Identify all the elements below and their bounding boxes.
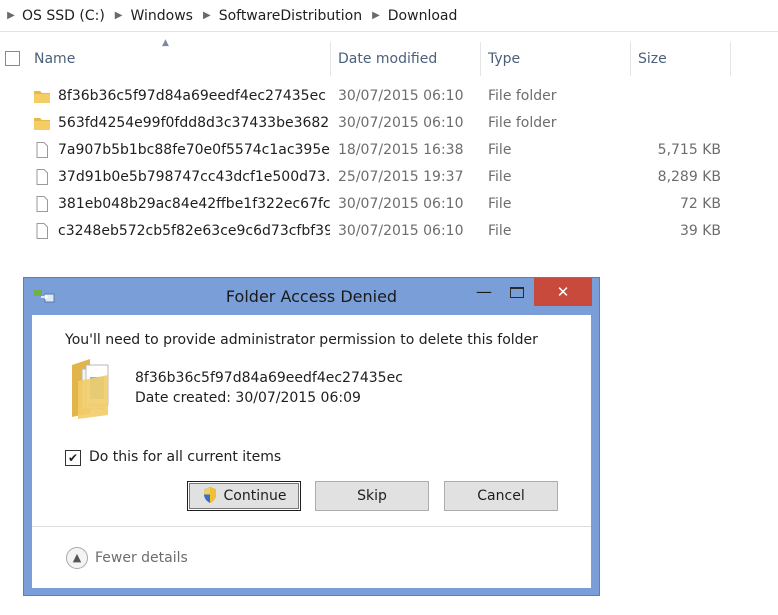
file-date: 30/07/2015 06:10 (338, 223, 464, 239)
continue-label: Continue (223, 488, 287, 504)
breadcrumb-item-drive[interactable]: OS SSD (C:) (18, 8, 111, 24)
file-size: 5,715 KB (657, 142, 721, 158)
file-type: File (488, 142, 512, 158)
apply-to-all-checkbox[interactable]: ✔ (65, 450, 81, 466)
chevron-up-icon[interactable]: ▲ (66, 547, 88, 569)
breadcrumb-item-windows[interactable]: Windows (126, 8, 199, 24)
file-name: 381eb048b29ac84e42ffbe1f322ec67fc... (58, 196, 330, 212)
file-icon (36, 142, 48, 158)
fewer-details-link[interactable]: Fewer details (95, 550, 188, 566)
file-date: 30/07/2015 06:10 (338, 88, 464, 104)
dialog-body: You'll need to provide administrator per… (32, 315, 591, 588)
column-header-name[interactable]: Name (30, 42, 330, 76)
cancel-button[interactable]: Cancel (444, 481, 558, 511)
breadcrumb-expand-icon[interactable]: ▶ (4, 10, 18, 21)
dialog-date-created: Date created: 30/07/2015 06:09 (135, 390, 361, 406)
file-row[interactable]: 381eb048b29ac84e42ffbe1f322ec67fc... 30/… (0, 191, 778, 218)
column-header-size[interactable]: Size (634, 42, 730, 76)
folder-icon (34, 91, 50, 103)
column-header-type[interactable]: Type (484, 42, 630, 76)
file-row[interactable]: 8f36b36c5f97d84a69eedf4ec27435ec 30/07/2… (0, 83, 778, 110)
folder-access-denied-dialog: Folder Access Denied — ✕ You'll need to … (23, 277, 600, 596)
file-name: 37d91b0e5b798747cc43dcf1e500d73... (58, 169, 330, 185)
file-date: 30/07/2015 06:10 (338, 196, 464, 212)
folder-icon (72, 359, 109, 419)
file-type: File (488, 196, 512, 212)
column-divider[interactable] (630, 42, 631, 76)
file-icon (36, 196, 48, 212)
file-icon (36, 223, 48, 239)
column-header-date-modified[interactable]: Date modified (334, 42, 480, 76)
breadcrumb-item-download[interactable]: Download (384, 8, 464, 24)
file-date: 25/07/2015 19:37 (338, 169, 464, 185)
chevron-right-icon[interactable]: ▶ (368, 10, 384, 21)
uac-shield-icon (203, 487, 216, 503)
file-type: File (488, 223, 512, 239)
file-type: File folder (488, 115, 557, 131)
close-button[interactable]: ✕ (534, 278, 592, 306)
maximize-icon (510, 286, 524, 298)
column-divider[interactable] (730, 42, 731, 76)
select-all-checkbox[interactable] (5, 51, 20, 66)
skip-button[interactable]: Skip (315, 481, 429, 511)
column-divider[interactable] (480, 42, 481, 76)
file-list-header: ▲ Name Date modified Type Size (0, 38, 778, 76)
file-name: 8f36b36c5f97d84a69eedf4ec27435ec (58, 88, 326, 104)
folder-icon (34, 118, 50, 130)
file-row[interactable]: 37d91b0e5b798747cc43dcf1e500d73... 25/07… (0, 164, 778, 191)
file-date: 30/07/2015 06:10 (338, 115, 464, 131)
dialog-divider (32, 526, 591, 527)
maximize-button[interactable] (502, 278, 532, 306)
file-size: 39 KB (679, 223, 721, 239)
chevron-right-icon[interactable]: ▶ (199, 10, 215, 21)
minimize-button[interactable]: — (470, 278, 498, 306)
file-row[interactable]: 7a907b5b1bc88fe70e0f5574c1ac395e... 18/0… (0, 137, 778, 164)
file-row[interactable]: 563fd4254e99f0fdd8d3c37433be3682 30/07/2… (0, 110, 778, 137)
file-type: File folder (488, 88, 557, 104)
column-divider[interactable] (330, 42, 331, 76)
file-name: c3248eb572cb5f82e63ce9c6d73cfbf39... (58, 223, 330, 239)
dialog-folder-name: 8f36b36c5f97d84a69eedf4ec27435ec (135, 370, 403, 386)
file-icon (36, 169, 48, 185)
dialog-message: You'll need to provide administrator per… (65, 332, 538, 348)
dialog-titlebar[interactable]: Folder Access Denied — ✕ (24, 278, 599, 315)
breadcrumb-item-softwaredistribution[interactable]: SoftwareDistribution (215, 8, 368, 24)
file-type: File (488, 169, 512, 185)
file-name: 7a907b5b1bc88fe70e0f5574c1ac395e... (58, 142, 330, 158)
file-size: 8,289 KB (657, 169, 721, 185)
file-name: 563fd4254e99f0fdd8d3c37433be3682 (58, 115, 330, 131)
file-date: 18/07/2015 16:38 (338, 142, 464, 158)
address-breadcrumb: ▶ OS SSD (C:) ▶ Windows ▶ SoftwareDistri… (0, 0, 778, 32)
continue-button[interactable]: Continue (187, 481, 301, 511)
file-list: 8f36b36c5f97d84a69eedf4ec27435ec 30/07/2… (0, 83, 778, 245)
file-row[interactable]: c3248eb572cb5f82e63ce9c6d73cfbf39... 30/… (0, 218, 778, 245)
chevron-right-icon[interactable]: ▶ (111, 10, 127, 21)
apply-to-all-label[interactable]: Do this for all current items (89, 449, 281, 465)
file-size: 72 KB (679, 196, 721, 212)
